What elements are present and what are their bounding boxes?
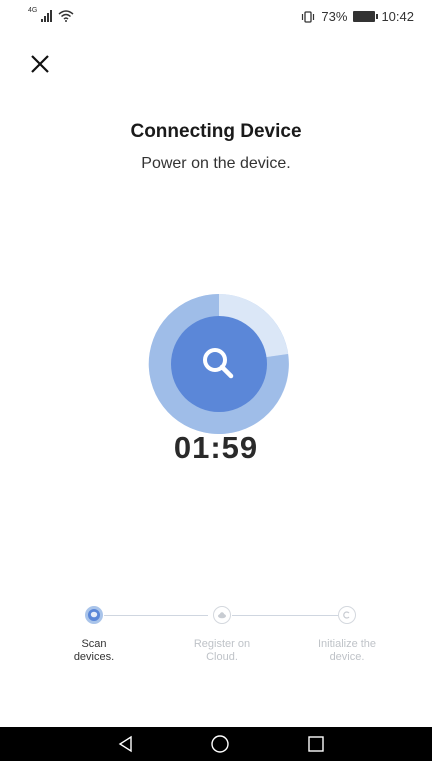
vibrate-icon xyxy=(302,10,315,23)
home-circle-icon xyxy=(211,735,229,753)
step-label-register: Register on Cloud. xyxy=(193,638,251,663)
step-dot-scan xyxy=(85,606,103,624)
progress-steps: Scan devices. Register on Cloud. Initializ… xyxy=(0,600,432,680)
step-dot-register xyxy=(213,606,231,624)
status-bar: 4G 73% 10:42 xyxy=(0,0,432,36)
step-dot-initialize xyxy=(338,606,356,624)
battery-percent: 73% xyxy=(321,9,348,24)
status-right: 73% 10:42 xyxy=(301,9,414,24)
cloud-icon xyxy=(218,612,226,619)
chat-bubble-icon xyxy=(90,611,98,618)
signal-area: 4G xyxy=(28,7,74,22)
close-icon xyxy=(31,55,49,73)
recents-square-icon xyxy=(308,736,324,752)
wifi-icon xyxy=(58,10,74,22)
clock: 10:42 xyxy=(381,9,414,24)
close-button[interactable] xyxy=(26,50,54,78)
page-subtitle: Power on the device. xyxy=(141,155,291,172)
step-connector xyxy=(232,615,338,616)
countdown-timer: 01:59 xyxy=(173,430,259,465)
battery-icon xyxy=(353,11,379,22)
page-title: Connecting Device xyxy=(130,121,302,142)
nav-home-button[interactable] xyxy=(210,734,230,754)
nav-back-button[interactable] xyxy=(116,734,136,754)
step-label-scan: Scan devices. xyxy=(73,638,115,663)
back-triangle-icon xyxy=(118,735,132,753)
step-label-initialize: Initialize the device. xyxy=(317,638,377,663)
network-type: 4G xyxy=(28,7,38,14)
scan-animation xyxy=(147,292,291,436)
copyright-icon xyxy=(343,611,350,619)
step-connector xyxy=(104,615,208,616)
nav-recents-button[interactable] xyxy=(306,734,326,754)
signal-icon xyxy=(41,10,53,22)
navigation-bar xyxy=(0,727,432,761)
